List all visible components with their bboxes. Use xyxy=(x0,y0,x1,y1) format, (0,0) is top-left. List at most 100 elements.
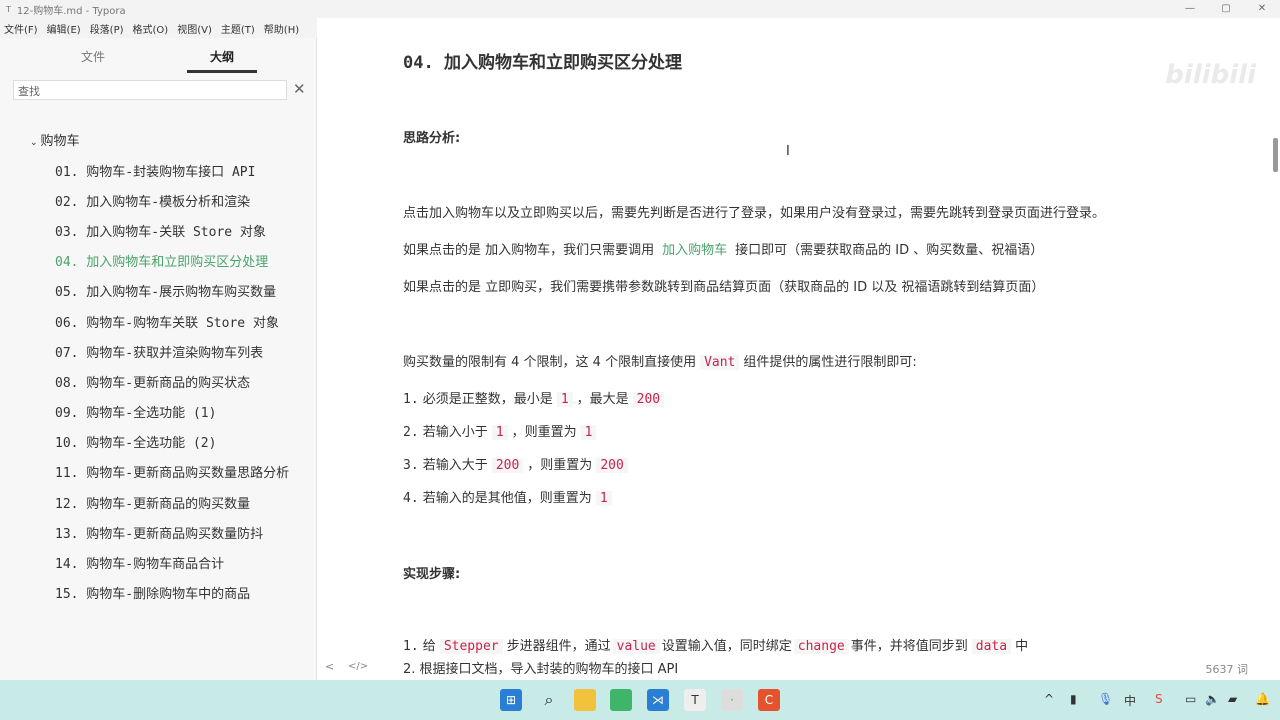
paragraph: 如果点击的是 加入购物车，我们只需要调用 加入购物车 接口即可（需要获取商品的 ID… xyxy=(403,239,1043,258)
minimize-button[interactable]: — xyxy=(1172,0,1208,18)
list-item: 2. 若输入小于 1 ，则重置为 1 xyxy=(403,421,600,440)
list-number: 1. xyxy=(403,639,419,654)
sogou-icon[interactable]: S xyxy=(1155,692,1163,706)
list-item: 3. 若输入大于 200 ，则重置为 200 xyxy=(403,454,632,473)
list-number: 1. xyxy=(403,392,419,407)
text: 接口即可（需要获取商品的 ID 、购买数量、祝福语） xyxy=(735,243,1044,258)
text: 若输入小于 xyxy=(422,425,488,440)
inline-code: 1 xyxy=(491,425,508,440)
inline-code: 1 xyxy=(556,392,573,407)
app-icon[interactable]: · xyxy=(721,689,743,711)
inline-code: 200 xyxy=(491,458,524,473)
outline-item[interactable]: 02. 加入购物车-模板分析和渲染 xyxy=(55,191,250,210)
network-icon[interactable]: ▭ xyxy=(1185,692,1196,706)
typora-icon[interactable]: T xyxy=(684,689,706,711)
text: 给 xyxy=(422,639,436,654)
window-title: 12-购物车.md - Typora xyxy=(16,5,126,17)
tray-chevron-icon[interactable]: ^ xyxy=(1044,692,1054,706)
text: 购买数量的限制有 4 个限制，这 4 个限制直接使用 xyxy=(403,355,697,370)
inline-code: 1 xyxy=(580,425,597,440)
heading-steps: 实现步骤: xyxy=(403,567,461,582)
battery-icon[interactable]: ▰ xyxy=(1228,692,1237,706)
inline-code: 1 xyxy=(595,491,612,506)
menu-help[interactable]: 帮助(H) xyxy=(264,21,299,36)
outline-item[interactable]: 11. 购物车-更新商品购买数量思路分析 xyxy=(55,462,289,481)
text: 必须是正整数，最小是 xyxy=(422,392,553,407)
start-icon[interactable]: ⊞ xyxy=(500,689,522,711)
typora-app-icon: T xyxy=(6,4,11,14)
csdn-icon[interactable]: C xyxy=(758,689,780,711)
text: 如果点击的是 加入购物车，我们只需要调用 xyxy=(403,243,655,258)
text: 中 xyxy=(1015,639,1029,654)
text: 组件提供的属性进行限制即可: xyxy=(743,355,917,370)
text: 若输入大于 xyxy=(422,458,488,473)
search-icon[interactable]: ⌕ xyxy=(538,689,560,711)
menu-view[interactable]: 视图(V) xyxy=(177,21,212,36)
tab-outline[interactable]: 大纲 xyxy=(187,48,257,73)
source-mode-button[interactable]: </> xyxy=(348,661,368,672)
outline-item[interactable]: 14. 购物车-购物车商品合计 xyxy=(55,553,224,572)
menu-edit[interactable]: 编辑(E) xyxy=(47,21,81,36)
doc-title: 04. 加入购物车和立即购买区分处理 xyxy=(403,53,682,73)
list-number: 2. xyxy=(403,425,419,440)
wechat-devtools-icon[interactable] xyxy=(610,689,632,711)
editor[interactable]: bilibili 04. 加入购物车和立即购买区分处理 思路分析: 点击加入购物… xyxy=(317,38,1280,680)
inline-code: Stepper xyxy=(439,639,503,654)
highlight-text: 加入购物车 xyxy=(662,243,728,258)
list-item: 4. 若输入的是其他值，则重置为 1 xyxy=(403,487,616,506)
inline-code: value xyxy=(612,639,660,654)
menu-paragraph[interactable]: 段落(P) xyxy=(90,21,124,36)
list-item: 1. 给 Stepper 步进器组件，通过 value 设置输入值，同时绑定 change… xyxy=(403,635,1028,654)
outline-item[interactable]: 15. 购物车-删除购物车中的商品 xyxy=(55,583,250,602)
outline-item[interactable]: 03. 加入购物车-关联 Store 对象 xyxy=(55,221,266,240)
outline-root[interactable]: ⌄ 购物车 xyxy=(30,130,80,149)
outline-item[interactable]: 06. 购物车-购物车关联 Store 对象 xyxy=(55,312,279,331)
tab-files[interactable]: 文件 xyxy=(58,48,128,65)
ime-icon[interactable]: 中 xyxy=(1124,692,1136,709)
outline-item[interactable]: 13. 购物车-更新商品购买数量防抖 xyxy=(55,523,263,542)
list-number: 4. xyxy=(403,491,419,506)
text: 若输入的是其他值，则重置为 xyxy=(422,491,592,506)
vscode-icon[interactable]: ⋊ xyxy=(647,689,669,711)
word-count[interactable]: 5637 词 xyxy=(1206,661,1249,677)
bookmark-icon[interactable]: ▮ xyxy=(1070,692,1077,706)
outline-item[interactable]: 08. 购物车-更新商品的购买状态 xyxy=(55,372,250,391)
list-number: 3. xyxy=(403,458,419,473)
inline-code: 200 xyxy=(596,458,628,473)
outline-item-active[interactable]: 04. 加入购物车和立即购买区分处理 xyxy=(55,251,268,270)
outline-item[interactable]: 07. 购物车-获取并渲染购物车列表 xyxy=(55,342,263,361)
inline-code: Vant xyxy=(700,355,740,370)
file-explorer-icon[interactable] xyxy=(574,689,596,711)
title-bar: T 12-购物车.md - Typora — ▢ ✕ xyxy=(0,0,1280,18)
menu-format[interactable]: 格式(O) xyxy=(133,21,169,36)
outline-item[interactable]: 01. 购物车-封装购物车接口 API xyxy=(55,161,255,180)
heading-analysis: 思路分析: xyxy=(403,131,461,146)
close-button[interactable]: ✕ xyxy=(1244,0,1280,18)
taskbar: ⊞ ⌕ ⋊ T · C ^ ▮ 🎙 中 S ▭ 🔈 ▰ 🔔 xyxy=(0,680,1280,720)
outline-root-label: 购物车 xyxy=(40,134,80,149)
list-item: 1. 必须是正整数，最小是 1 ，最大是 200 xyxy=(403,388,668,407)
volume-icon[interactable]: 🔈 xyxy=(1205,692,1220,706)
paragraph: 点击加入购物车以及立即购买以后，需要先判断是否进行了登录，如果用户没有登录过，需… xyxy=(403,206,1106,221)
outline-search-input[interactable]: 查找 xyxy=(13,80,287,100)
menu-theme[interactable]: 主题(T) xyxy=(221,21,255,36)
maximize-button[interactable]: ▢ xyxy=(1208,0,1244,18)
text: 事件，并将值同步到 xyxy=(850,639,968,654)
menu-file[interactable]: 文件(F) xyxy=(4,21,38,36)
outline-item[interactable]: 09. 购物车-全选功能 (1) xyxy=(55,402,216,421)
outline-item[interactable]: 10. 购物车-全选功能 (2) xyxy=(55,432,216,451)
menu-bar: 文件(F) 编辑(E) 段落(P) 格式(O) 视图(V) 主题(T) 帮助(H… xyxy=(0,18,317,38)
scrollbar-thumb[interactable] xyxy=(1273,138,1278,172)
text: 设置输入值，同时绑定 xyxy=(661,639,792,654)
paragraph: 购买数量的限制有 4 个限制，这 4 个限制直接使用 Vant 组件提供的属性进行限… xyxy=(403,351,917,370)
text-cursor-icon: I xyxy=(786,144,790,159)
list-item: 2. 根据接口文档，导入封装的购物车的接口 API xyxy=(403,662,679,677)
notification-icon[interactable]: 🔔 xyxy=(1255,692,1270,706)
outline-item[interactable]: 05. 加入购物车-展示购物车购买数量 xyxy=(55,281,276,300)
menubar-spacer xyxy=(317,18,1280,38)
paragraph: 如果点击的是 立即购买，我们需要携带参数跳转到商品结算页面（获取商品的 ID 以… xyxy=(403,280,1045,295)
close-icon[interactable]: ✕ xyxy=(293,80,306,98)
microphone-icon[interactable]: 🎙 xyxy=(1098,692,1113,706)
toggle-sidebar-button[interactable]: < xyxy=(325,660,334,673)
outline-item[interactable]: 12. 购物车-更新商品的购买数量 xyxy=(55,493,250,512)
